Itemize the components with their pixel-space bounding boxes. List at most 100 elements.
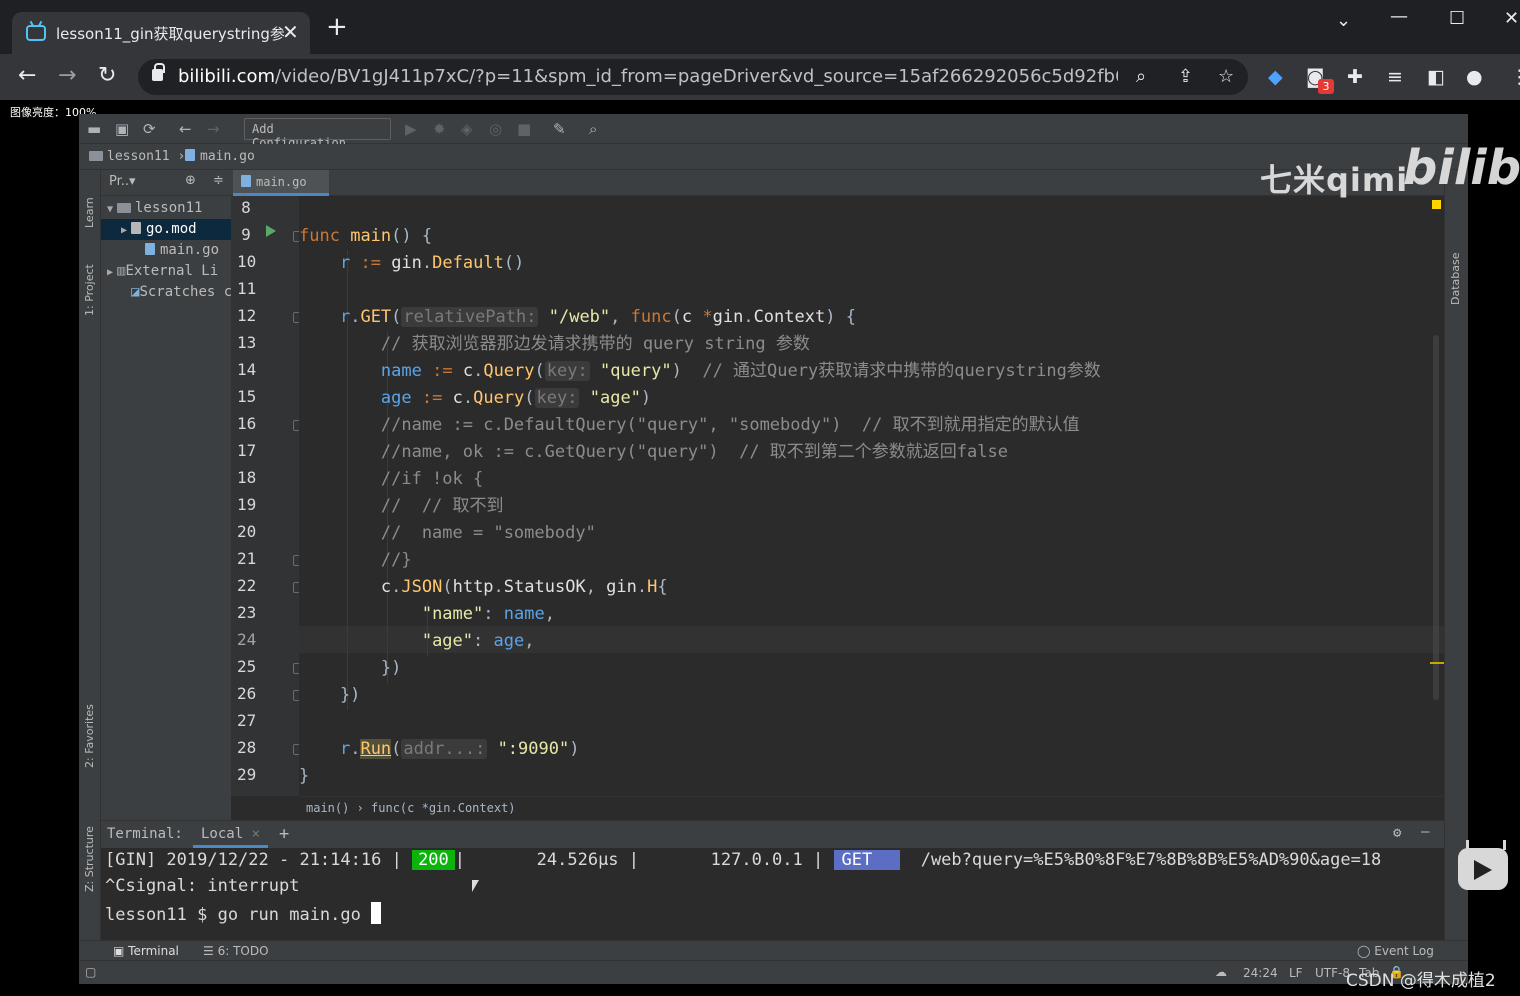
- terminal-line-prompt[interactable]: lesson11 $ go run main.go: [105, 902, 382, 925]
- file-encoding[interactable]: UTF-8: [1315, 966, 1350, 980]
- breadcrumb-project[interactable]: lesson11 ›: [89, 149, 185, 164]
- shield-extension-icon[interactable]: ◆: [1268, 66, 1283, 88]
- project-view-dropdown[interactable]: Pr..▾: [109, 174, 136, 189]
- line-number: 15: [237, 387, 257, 406]
- forward-arrow-icon[interactable]: →: [58, 64, 76, 88]
- line-number: 28: [237, 738, 257, 757]
- new-terminal-icon[interactable]: +: [279, 824, 289, 844]
- run-gutter-icon[interactable]: [266, 225, 276, 237]
- share-icon[interactable]: ⇪: [1178, 66, 1193, 87]
- editor-gutter: 8 9 10 11 12 13 14 15 16 17 18 19 20 21 22 23 24 25 26 27 28…: [231, 196, 302, 796]
- zoom-icon[interactable]: ⌕: [1136, 66, 1146, 87]
- terminal-tab-local[interactable]: Local ×: [193, 821, 269, 848]
- terminal-line-interrupt: ^Csignal: interrupt: [105, 876, 300, 896]
- code-line-16: //name := c.DefaultQuery("query", "someb…: [299, 415, 1080, 435]
- favorites-tab[interactable]: 2: Favorites: [83, 704, 96, 768]
- back-icon[interactable]: ←: [179, 120, 192, 138]
- git-sync-icon[interactable]: ☁: [1215, 965, 1227, 979]
- stop-icon[interactable]: ■: [517, 120, 531, 138]
- line-number: 12: [237, 306, 257, 325]
- line-number: 21: [237, 549, 257, 568]
- scroll-marker[interactable]: [1430, 662, 1444, 664]
- project-panel-header: Pr..▾ ⊕ ≑: [101, 170, 231, 196]
- breadcrumb-file[interactable]: main.go: [185, 149, 255, 164]
- more-menu-icon[interactable]: ⋮: [1510, 66, 1520, 88]
- bilibili-tv-icon[interactable]: [1458, 848, 1508, 890]
- coverage-icon[interactable]: ◈: [461, 120, 473, 138]
- bottom-tool-bar: ▣ Terminal ☰ 6: TODO ◯ Event Log: [79, 940, 1468, 960]
- open-folder-icon[interactable]: ▬: [87, 120, 101, 138]
- bottom-tab-terminal[interactable]: ▣ Terminal: [113, 944, 193, 958]
- url-text[interactable]: bilibili.com/video/BV1gJ411p7xC/?p=11&sp…: [178, 66, 1118, 87]
- puzzle-icon[interactable]: ✚: [1347, 66, 1363, 88]
- terminal-output[interactable]: [GIN] 2019/12/22 - 21:14:16 | 200 | 24.52…: [101, 848, 1444, 940]
- code-line-28: r.Run(addr...: ":9090"): [339, 739, 580, 759]
- event-log-icon: ◯: [1357, 944, 1371, 958]
- reload-icon[interactable]: ↻: [98, 64, 116, 88]
- debug-icon[interactable]: ✹: [433, 120, 446, 138]
- close-window-button[interactable]: ✕: [1504, 8, 1519, 29]
- settings-gear-icon[interactable]: ⚙: [1393, 825, 1401, 841]
- code-line-17: //name, ok := c.GetQuery("query") // 取不到…: [299, 442, 1008, 462]
- tree-item-main-go[interactable]: main.go: [101, 240, 231, 261]
- tree-item-go-mod[interactable]: ▶ go.mod: [101, 219, 231, 240]
- folder-icon: [89, 151, 103, 161]
- structure-tab[interactable]: Z: Structure: [83, 826, 96, 892]
- sync-icon[interactable]: ⟳: [143, 120, 156, 138]
- close-tab-icon[interactable]: ×: [252, 826, 260, 842]
- profile-icon[interactable]: ◎: [489, 120, 502, 138]
- toggle-panels-icon[interactable]: ▢: [85, 965, 96, 979]
- tree-item-external-libraries[interactable]: ▶ ▥External Li: [101, 261, 231, 282]
- learn-tab[interactable]: Learn: [83, 197, 96, 228]
- editor-scrollbar[interactable]: [1433, 335, 1439, 700]
- project-tree: ▼ lesson11 ▶ go.mod main.go ▶ ▥External Li …: [101, 198, 231, 303]
- caret-position[interactable]: 24:24: [1243, 966, 1278, 980]
- line-number: 23: [237, 603, 257, 622]
- code-editor[interactable]: func main() { r := gin.Default() r.GET(r…: [299, 196, 1444, 796]
- minimize-button[interactable]: —: [1390, 6, 1408, 27]
- bottom-tab-todo[interactable]: ☰ 6: TODO: [203, 944, 269, 958]
- add-configuration-button[interactable]: Add Configuration...: [244, 118, 391, 150]
- editor-tab-main-go[interactable]: main.go ×: [233, 170, 329, 203]
- media-control-icon[interactable]: ≡: [1387, 66, 1403, 88]
- database-tab[interactable]: Database: [1449, 253, 1462, 306]
- tab-close-button[interactable]: ✕: [282, 20, 299, 44]
- watermark-bilibili-logo: bilibili: [1403, 140, 1520, 196]
- event-log-button[interactable]: ◯ Event Log: [1357, 944, 1434, 958]
- project-tab[interactable]: 1: Project: [83, 264, 96, 316]
- tab-title: lesson11_gin获取querystring参: [56, 25, 284, 43]
- code-line-24: "age": age,: [421, 631, 535, 651]
- collapse-icon[interactable]: ≑: [213, 173, 224, 188]
- code-breadcrumb[interactable]: main() › func(c *gin.Context): [299, 796, 1444, 820]
- bookmark-star-icon[interactable]: ☆: [1218, 66, 1234, 87]
- browser-tab[interactable]: lesson11_gin获取querystring参 ✕: [12, 12, 310, 54]
- wrench-icon[interactable]: ✎: [553, 120, 566, 138]
- line-number: 11: [237, 279, 257, 298]
- tree-item-lesson11[interactable]: ▼ lesson11: [101, 198, 231, 219]
- csdn-watermark: CSDN @得木成植2: [1346, 971, 1496, 991]
- side-panel-icon[interactable]: ◧: [1427, 66, 1445, 88]
- mod-file-icon: [131, 222, 141, 234]
- hide-panel-icon[interactable]: —: [1421, 824, 1429, 840]
- line-separator[interactable]: LF: [1289, 966, 1303, 980]
- status-bar: ▢ ☁ 24:24 LF UTF-8 Tab 🔒: [79, 960, 1468, 984]
- code-line-12: r.GET(relativePath: "/web", func(c *gin.…: [339, 307, 856, 327]
- analysis-status-icon[interactable]: [1432, 200, 1441, 209]
- tab-search-chevron-icon[interactable]: ⌄: [1336, 10, 1351, 31]
- save-icon[interactable]: ▣: [115, 120, 129, 138]
- search-icon[interactable]: ⌕: [589, 120, 597, 138]
- maximize-button[interactable]: ☐: [1449, 8, 1465, 29]
- line-number: 8: [241, 198, 251, 217]
- tree-item-scratches[interactable]: ◪Scratches c: [101, 282, 231, 303]
- new-tab-button[interactable]: +: [326, 14, 348, 40]
- url-omnibox[interactable]: bilibili.com/video/BV1gJ411p7xC/?p=11&sp…: [138, 59, 1248, 95]
- line-number: 24: [237, 630, 257, 649]
- forward-icon[interactable]: →: [207, 120, 220, 138]
- back-arrow-icon[interactable]: ←: [18, 64, 36, 88]
- line-number: 19: [237, 495, 257, 514]
- run-icon[interactable]: ▶: [405, 120, 417, 138]
- locate-icon[interactable]: ⊕: [185, 173, 196, 188]
- profile-avatar-icon[interactable]: ●: [1466, 66, 1483, 88]
- lock-icon[interactable]: [152, 63, 165, 81]
- code-line-22: c.JSON(http.StatusOK, gin.H{: [380, 577, 668, 597]
